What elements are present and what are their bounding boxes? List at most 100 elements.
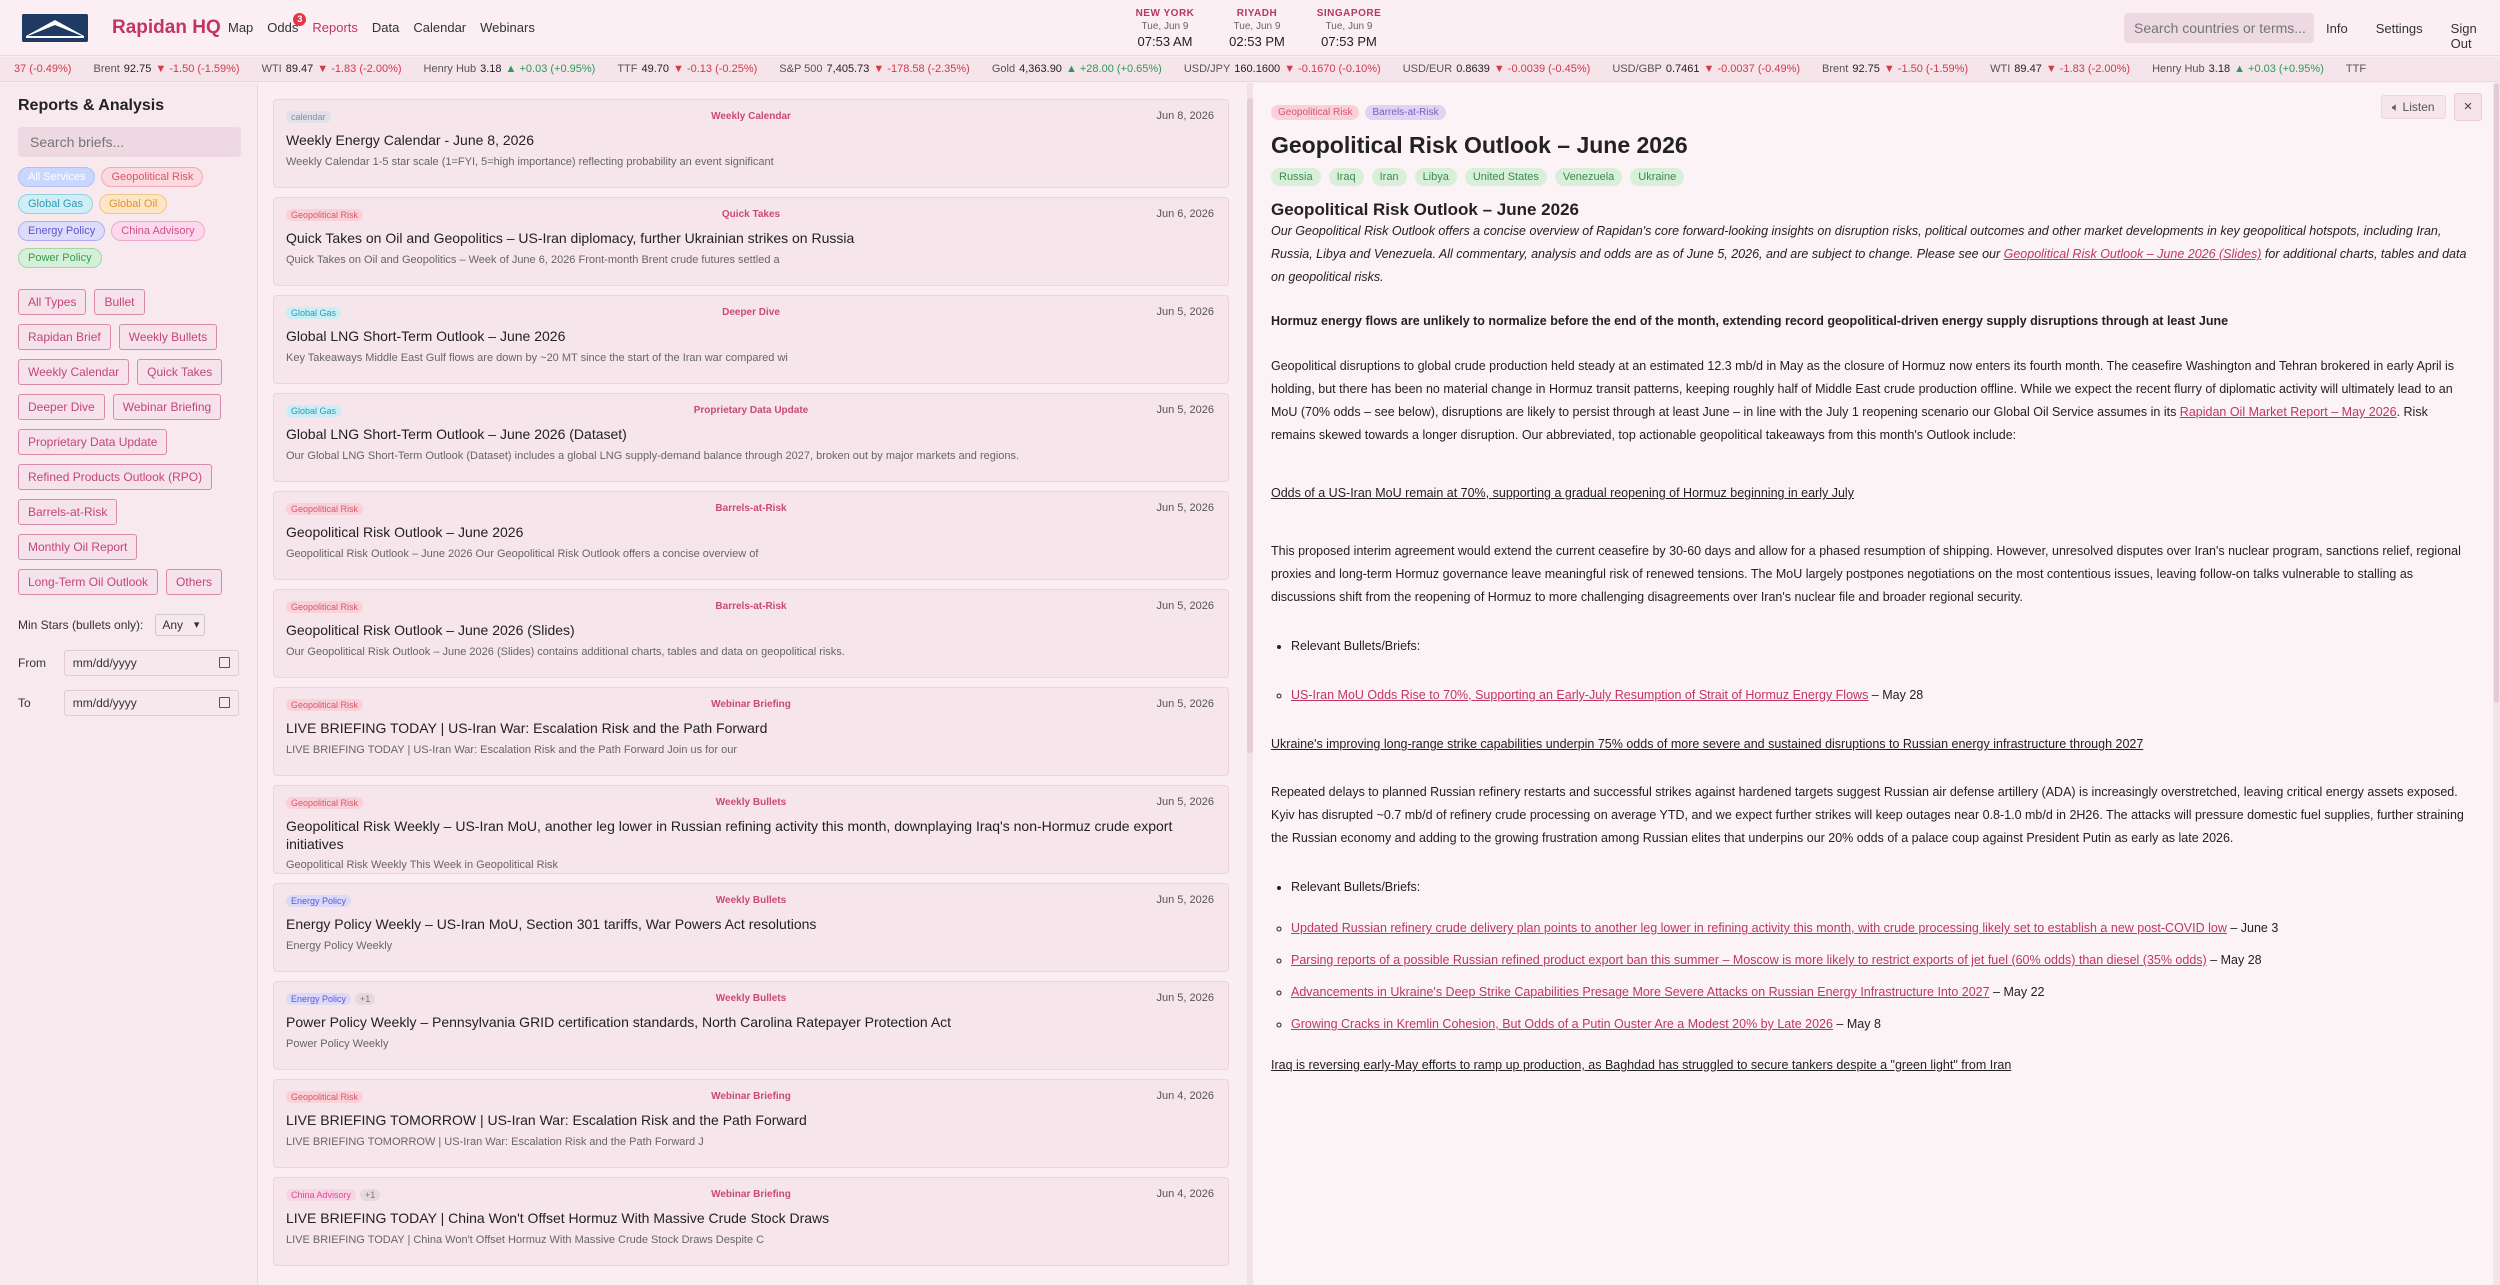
service-chip[interactable]: Geopolitical Risk: [101, 167, 204, 187]
card-title[interactable]: LIVE BRIEFING TODAY | US-Iran War: Escal…: [286, 720, 1216, 738]
from-date-input[interactable]: mm/dd/yyyy: [63, 650, 239, 676]
country-tag[interactable]: United States: [1464, 168, 1547, 186]
brief-card[interactable]: Geopolitical Risk Webinar Briefing Jun 4, …: [273, 1079, 1229, 1168]
brief-card[interactable]: Global Gas Deeper Dive Jun 5, 2026 Global L…: [273, 295, 1229, 384]
card-title[interactable]: Geopolitical Risk Outlook – June 2026: [286, 524, 1216, 542]
card-title[interactable]: Quick Takes on Oil and Geopolitics – US-…: [286, 230, 1216, 248]
reader-scrollbar[interactable]: [2493, 83, 2500, 1285]
ticker-name: USD/GBP: [1612, 63, 1662, 75]
brief-card[interactable]: Geopolitical Risk Barrels-at-Risk Jun 5, 2…: [273, 491, 1229, 580]
card-service-tag: Geopolitical Risk: [286, 209, 364, 221]
brief-card[interactable]: Energy Policy Weekly Bullets Jun 5, 2026 En…: [273, 883, 1229, 972]
card-title[interactable]: Weekly Energy Calendar - June 8, 2026: [286, 132, 1216, 150]
brief-card[interactable]: calendar Weekly Calendar Jun 8, 2026 Weekly…: [273, 99, 1229, 188]
type-filter-button[interactable]: Monthly Oil Report: [18, 534, 138, 560]
nav-data[interactable]: Data: [372, 20, 399, 35]
card-service-tag: Geopolitical Risk: [286, 503, 364, 515]
related-brief-item: Parsing reports of a possible Russian re…: [1291, 949, 2471, 972]
service-chip[interactable]: China Advisory: [111, 221, 205, 241]
card-title[interactable]: LIVE BRIEFING TOMORROW | US-Iran War: Es…: [286, 1112, 1216, 1130]
type-filter-button[interactable]: Long-Term Oil Outlook: [18, 569, 159, 595]
service-chip[interactable]: Global Gas: [18, 194, 94, 214]
card-service-tag: Energy Policy: [286, 895, 352, 907]
type-filter-button[interactable]: Weekly Calendar: [18, 359, 130, 385]
oil-market-report-link[interactable]: Rapidan Oil Market Report – May 2026: [2180, 405, 2397, 419]
related-brief-link[interactable]: Updated Russian refinery crude delivery …: [1291, 921, 2227, 935]
card-title[interactable]: Power Policy Weekly – Pennsylvania GRID …: [286, 1014, 1216, 1032]
brief-card[interactable]: Geopolitical Risk Quick Takes Jun 6, 2026 Q…: [273, 197, 1229, 286]
type-filter-button[interactable]: Rapidan Brief: [18, 324, 111, 350]
related-brief-link[interactable]: Parsing reports of a possible Russian re…: [1291, 953, 2207, 967]
type-filter-button[interactable]: Deeper Dive: [18, 394, 105, 420]
global-search-input[interactable]: [2124, 13, 2314, 43]
brief-card[interactable]: Geopolitical Risk Barrels-at-Risk Jun 5, 2…: [273, 589, 1229, 678]
country-tag[interactable]: Iraq: [1328, 168, 1364, 186]
related-brief-link[interactable]: US-Iran MoU Odds Rise to 70%, Supporting…: [1291, 688, 1868, 702]
ticker-change: ▲ +28.00 (+0.65%): [1065, 63, 1162, 75]
type-filter-button[interactable]: Others: [166, 569, 223, 595]
nav-webinars[interactable]: Webinars: [480, 20, 535, 35]
service-chip[interactable]: Energy Policy: [18, 221, 106, 241]
card-title[interactable]: Energy Policy Weekly – US-Iran MoU, Sect…: [286, 916, 1216, 934]
calendar-icon[interactable]: [219, 697, 230, 708]
country-tag[interactable]: Venezuela: [1554, 168, 1623, 186]
type-filter-button[interactable]: All Types: [18, 289, 87, 315]
ukraine-relevant-list: Relevant Bullets/Briefs:: [1291, 876, 2471, 899]
country-tag[interactable]: Iran: [1371, 168, 1407, 186]
sign-out-link[interactable]: Sign Out: [2451, 21, 2477, 51]
related-brief-item: Updated Russian refinery crude delivery …: [1291, 917, 2471, 940]
related-brief-date: – May 8: [1832, 1017, 1881, 1031]
country-tag[interactable]: Libya: [1414, 168, 1457, 186]
related-brief-link[interactable]: Advancements in Ukraine's Deep Strike Ca…: [1291, 985, 1990, 999]
ticker-name: Henry Hub: [2152, 63, 2205, 75]
card-title[interactable]: Global LNG Short-Term Outlook – June 202…: [286, 426, 1216, 444]
type-filter-button[interactable]: Webinar Briefing: [112, 394, 222, 420]
hormuz-heading: Hormuz energy flows are unlikely to norm…: [1271, 314, 2229, 328]
type-filter-button[interactable]: Weekly Bullets: [118, 324, 218, 350]
reader-scrollbar-thumb[interactable]: [2494, 83, 2499, 703]
calendar-icon[interactable]: [219, 657, 230, 668]
rapidan-logo[interactable]: [22, 14, 88, 42]
card-title[interactable]: Geopolitical Risk Weekly – US-Iran MoU, …: [286, 818, 1216, 853]
brief-card[interactable]: Global Gas Proprietary Data Update Jun 5, …: [273, 393, 1229, 482]
slides-link[interactable]: Geopolitical Risk Outlook – June 2026 (S…: [2004, 247, 2262, 261]
clock-city: NEW YORK: [1135, 8, 1195, 19]
country-tag[interactable]: Russia: [1271, 168, 1321, 186]
country-tag[interactable]: Ukraine: [1630, 168, 1685, 186]
type-filter-button[interactable]: Barrels-at-Risk: [18, 499, 118, 525]
service-chip[interactable]: All Services: [18, 167, 96, 187]
nav-map[interactable]: Map: [228, 20, 253, 35]
card-date: Jun 5, 2026: [1156, 502, 1215, 514]
to-date-input[interactable]: mm/dd/yyyy: [63, 690, 239, 716]
settings-link[interactable]: Settings: [2376, 21, 2423, 51]
card-date: Jun 4, 2026: [1156, 1090, 1215, 1102]
card-title[interactable]: LIVE BRIEFING TODAY | China Won't Offset…: [286, 1210, 1216, 1228]
nav-reports[interactable]: Reports: [312, 20, 358, 35]
card-date: Jun 6, 2026: [1156, 208, 1215, 220]
ticker-item: TTF: [2346, 63, 2374, 75]
type-filter-button[interactable]: Refined Products Outlook (RPO): [18, 464, 213, 490]
info-link[interactable]: Info: [2326, 21, 2348, 51]
briefs-search-input[interactable]: [18, 127, 241, 157]
brief-card[interactable]: Geopolitical Risk Webinar Briefing Jun 5, …: [273, 687, 1229, 776]
date-placeholder: mm/dd/yyyy: [72, 696, 137, 710]
close-reader-button[interactable]: ×: [2454, 93, 2482, 121]
card-service-tag: Global Gas: [286, 405, 342, 417]
service-chip[interactable]: Power Policy: [18, 248, 102, 268]
brand-name[interactable]: Rapidan HQ: [112, 17, 221, 39]
nav-calendar[interactable]: Calendar: [413, 20, 466, 35]
min-stars-select[interactable]: Any: [155, 614, 206, 636]
card-title[interactable]: Global LNG Short-Term Outlook – June 202…: [286, 328, 1216, 346]
card-title[interactable]: Geopolitical Risk Outlook – June 2026 (S…: [286, 622, 1216, 640]
ticker-item: Henry Hub 3.18 ▲ +0.03 (+0.95%): [424, 63, 596, 75]
related-brief-link[interactable]: Growing Cracks in Kremlin Cohesion, But …: [1291, 1017, 1833, 1031]
listen-button[interactable]: 🔈︎ Listen: [2381, 95, 2446, 119]
brief-card[interactable]: Energy Policy +1 Weekly Bullets Jun 5, 2026…: [273, 981, 1229, 1070]
type-filter-button[interactable]: Proprietary Data Update: [18, 429, 168, 455]
brief-card[interactable]: Geopolitical Risk Weekly Bullets Jun 5, 20…: [273, 785, 1229, 874]
brief-card[interactable]: China Advisory +1 Webinar Briefing Jun 4, 2…: [273, 1177, 1229, 1266]
type-filter-button[interactable]: Bullet: [94, 289, 145, 315]
service-chip[interactable]: Global Oil: [99, 194, 168, 214]
type-filter-button[interactable]: Quick Takes: [137, 359, 223, 385]
nav-odds[interactable]: Odds 3: [267, 13, 307, 35]
